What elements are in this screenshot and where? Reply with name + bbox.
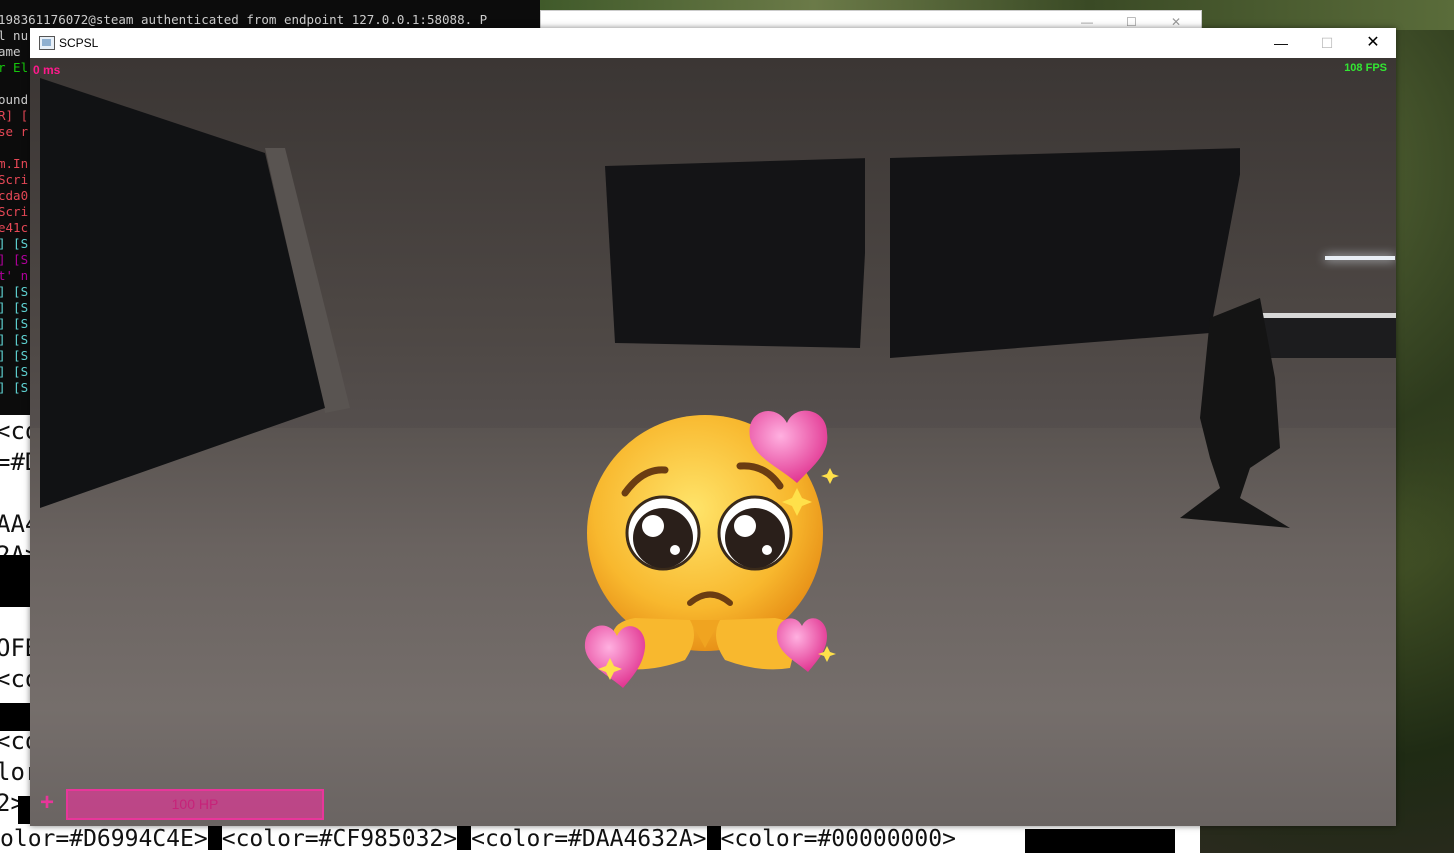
maximize-button[interactable]: ☐: [1304, 28, 1350, 58]
console-line: l nu: [0, 28, 29, 43]
console-block: [0, 703, 30, 731]
desk-lamp: [1325, 256, 1395, 260]
console-large-line: OFB: [0, 634, 30, 662]
console-line: ] [S: [0, 380, 29, 395]
desk: [1255, 318, 1396, 358]
console-line: ] [S: [0, 316, 29, 331]
console-large-line: <co: [0, 727, 30, 755]
console-bottom-line: olor=#D6994C4E> <color=#CF985032> <color=#…: [0, 826, 1200, 853]
close-button[interactable]: ✕: [1350, 28, 1396, 58]
console-large-line: <co: [0, 417, 30, 445]
console-block: [18, 796, 30, 824]
console-text: <color=#00000000>: [720, 826, 956, 852]
console-cursor-block: [457, 826, 472, 850]
console-header-line: 198361176072@steam authenticated from en…: [0, 12, 488, 27]
game-window[interactable]: SCPSL — ☐ ✕ 0 ms 108 FPS + 100 HP: [30, 28, 1396, 826]
console-line: ame: [0, 44, 21, 59]
room-window-right: [890, 148, 1240, 358]
console-line: e41c: [0, 220, 29, 235]
console-black-bar: [1025, 829, 1175, 853]
console-line: Scri: [0, 172, 29, 187]
console-large-line: lor: [0, 758, 30, 786]
console-line: ] [S: [0, 284, 29, 299]
console-line: ound: [0, 92, 29, 107]
console-line: ] [S: [0, 252, 29, 267]
health-bar: 100 HP: [66, 789, 324, 820]
console-large-line: <co: [0, 665, 30, 693]
console-line: R] [: [0, 108, 29, 123]
close-icon[interactable]: ✕: [1171, 15, 1181, 29]
console-cursor-block: [706, 826, 721, 850]
minimize-icon[interactable]: —: [1081, 15, 1093, 29]
console-cursor-block: [207, 826, 222, 850]
console-line: r El: [0, 60, 29, 75]
console-line: m.In: [0, 156, 29, 171]
console-line: Scri: [0, 204, 29, 219]
console-line: ] [S: [0, 300, 29, 315]
window-title: SCPSL: [59, 36, 99, 50]
console-line: ] [S: [0, 364, 29, 379]
minimize-button[interactable]: —: [1258, 28, 1304, 58]
console-line: ] [S: [0, 332, 29, 347]
console-line: ] [S: [0, 348, 29, 363]
large-console-text: <co=#DAA42A>OFB<co<color2>: [0, 415, 30, 853]
console-line: ] [S: [0, 236, 29, 251]
console-line: t' n: [0, 268, 29, 283]
console-large-line: AA4: [0, 510, 30, 538]
console-text: olor=#D6994C4E>: [0, 826, 208, 852]
fps-counter: 108 FPS: [1344, 62, 1387, 74]
console-text: <color=#CF985032>: [221, 826, 458, 852]
console-text: <color=#DAA4632A>: [471, 826, 707, 852]
health-plus-icon: +: [40, 789, 55, 816]
pleading-face-emoji-icon: [584, 410, 839, 688]
console-block: [0, 555, 30, 607]
console-large-line: =#D: [0, 448, 30, 476]
title-bar[interactable]: SCPSL — ☐ ✕: [30, 28, 1396, 58]
app-icon: [39, 36, 55, 50]
console-line: cda0: [0, 188, 29, 203]
ping-indicator: 0 ms: [33, 63, 61, 77]
console-line: se r: [0, 124, 29, 139]
maximize-icon[interactable]: ☐: [1126, 15, 1137, 29]
health-text: 100 HP: [171, 796, 219, 812]
room-window-middle: [605, 158, 865, 348]
game-viewport[interactable]: 0 ms 108 FPS + 100 HP: [30, 58, 1396, 826]
